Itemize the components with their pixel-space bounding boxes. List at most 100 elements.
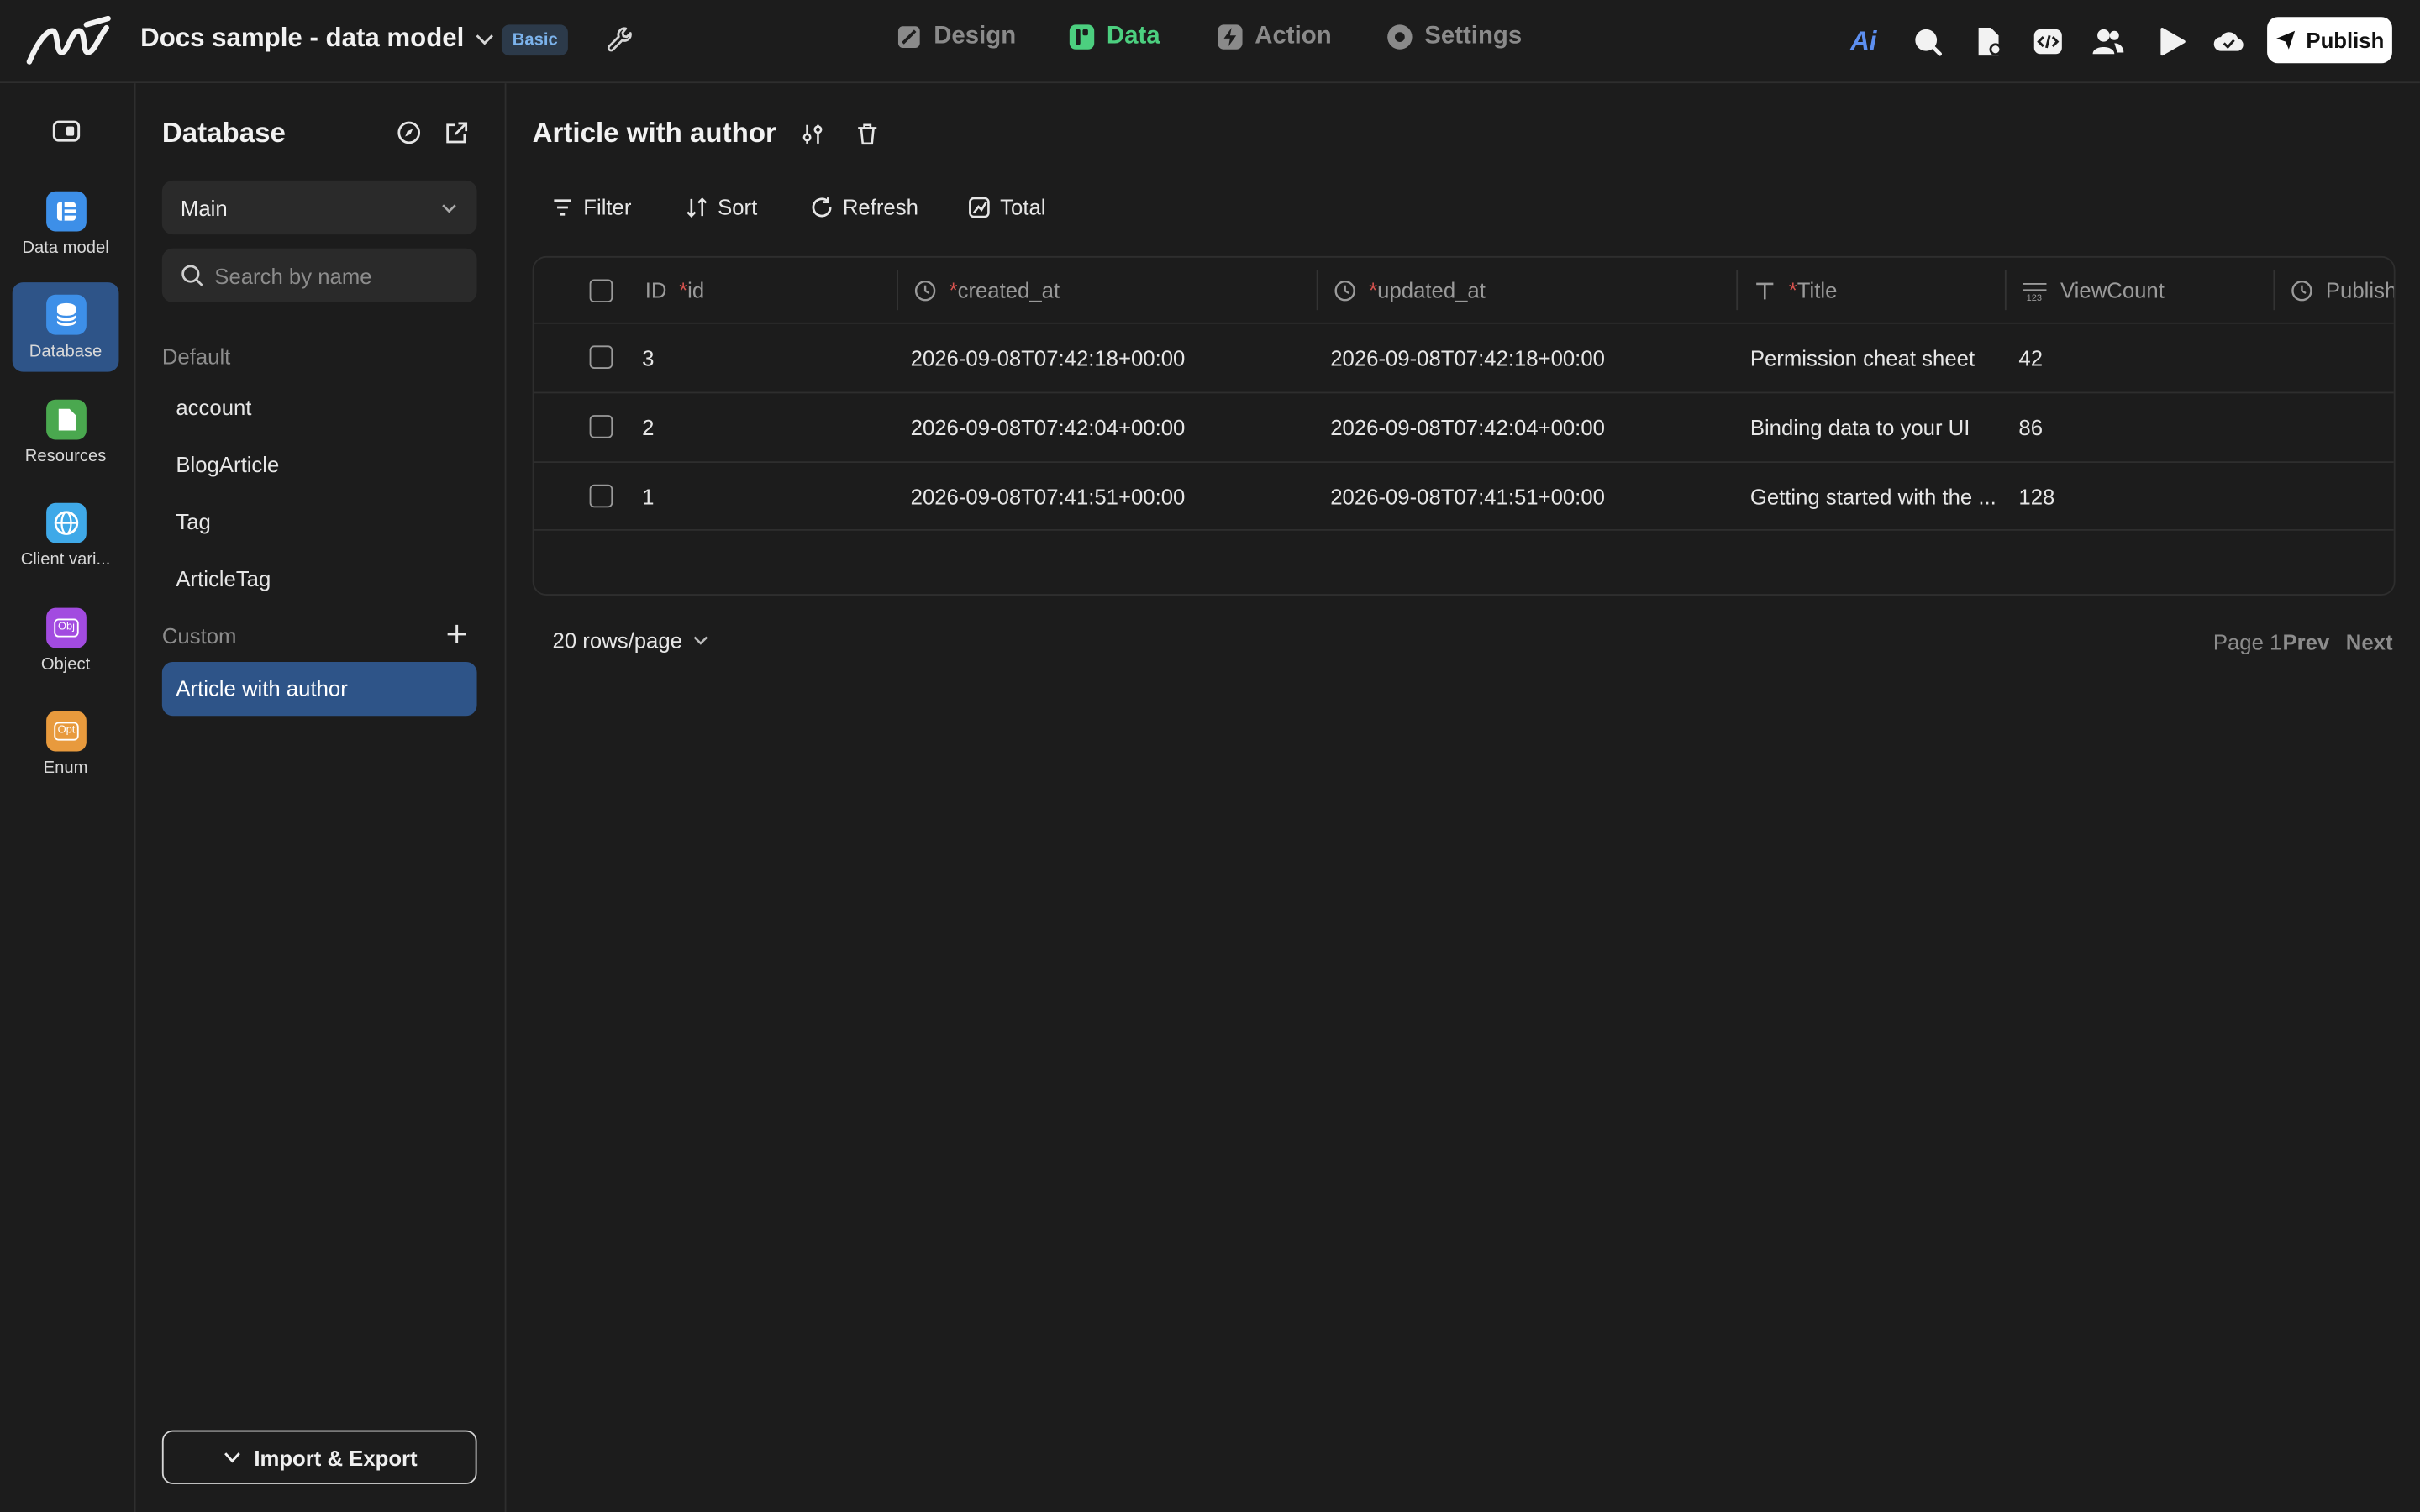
table-item-tag[interactable]: Tag <box>162 496 477 549</box>
refresh-button[interactable]: Refresh <box>810 194 918 219</box>
tab-design[interactable]: Design <box>895 24 1016 51</box>
import-export-button[interactable]: Import & Export <box>161 1430 477 1484</box>
database-icon <box>46 294 87 335</box>
external-link-icon[interactable] <box>445 120 469 144</box>
cell-id[interactable]: 3 <box>642 324 654 392</box>
column-header-publish[interactable]: Publish <box>2291 258 2394 323</box>
cell-title[interactable]: Getting started with the ... <box>1750 463 1997 531</box>
cell-title[interactable]: Permission cheat sheet <box>1750 324 1997 392</box>
column-header-viewcount[interactable]: 123 ViewCount <box>2022 258 2165 323</box>
rail-item-resources[interactable]: Resources <box>13 387 119 477</box>
data-table: ID *id *created_at *updated_at *Title 12… <box>532 255 2396 596</box>
row-checkbox[interactable] <box>589 415 613 438</box>
column-divider[interactable] <box>897 270 898 311</box>
row-checkbox[interactable] <box>589 345 613 369</box>
column-divider[interactable] <box>1316 270 1318 311</box>
cell-title[interactable]: Binding data to your UI <box>1750 393 1997 461</box>
adjust-icon[interactable] <box>801 122 825 146</box>
column-name: Title <box>1797 277 1838 302</box>
cell-viewcount[interactable]: 128 <box>2018 463 2054 531</box>
toggle-panel-icon[interactable] <box>52 120 81 142</box>
column-type-label: ID <box>644 277 667 302</box>
cell-created-at[interactable]: 2026-09-08T07:42:18+00:00 <box>911 324 1186 392</box>
table-empty-area <box>534 528 2394 594</box>
tab-settings[interactable]: Settings <box>1386 24 1522 51</box>
sort-label: Sort <box>718 194 758 219</box>
table-row[interactable]: 3 2026-09-08T07:42:18+00:00 2026-09-08T0… <box>534 322 2394 392</box>
table-row[interactable]: 2 2026-09-08T07:42:04+00:00 2026-09-08T0… <box>534 391 2394 462</box>
search-input[interactable] <box>214 263 462 288</box>
cell-created-at[interactable]: 2026-09-08T07:41:51+00:00 <box>911 463 1186 531</box>
rail-item-data-model[interactable]: Data model <box>13 179 119 269</box>
table-item-articletag[interactable]: ArticleTag <box>162 553 477 606</box>
prev-page-button[interactable]: Prev <box>2282 629 2329 654</box>
sort-icon <box>685 195 708 218</box>
rail-item-enum[interactable]: Opt Enum <box>13 699 119 789</box>
users-icon[interactable] <box>2091 24 2125 58</box>
total-button[interactable]: Total <box>968 194 1046 219</box>
wrench-icon[interactable] <box>605 24 636 55</box>
custom-view-article-with-author[interactable]: Article with author <box>161 661 477 717</box>
table-item-account[interactable]: account <box>162 381 477 435</box>
publish-button[interactable]: Publish <box>2267 17 2392 64</box>
play-icon[interactable] <box>2154 24 2188 58</box>
chevron-down-icon <box>692 631 710 649</box>
number-icon: 123 <box>2022 279 2048 302</box>
code-icon[interactable] <box>2031 24 2065 58</box>
rail-item-database[interactable]: Database <box>12 282 119 372</box>
column-divider[interactable] <box>2004 270 2007 311</box>
column-header-created-at[interactable]: *created_at <box>913 258 1060 323</box>
filter-icon <box>551 195 575 218</box>
column-divider[interactable] <box>2273 270 2275 311</box>
column-header-updated-at[interactable]: *updated_at <box>1334 258 1486 323</box>
app-logo[interactable] <box>24 13 111 68</box>
column-divider[interactable] <box>1736 270 1739 311</box>
search-icon <box>181 264 204 287</box>
trash-icon[interactable] <box>855 122 880 146</box>
table-item-blogarticle[interactable]: BlogArticle <box>162 438 477 492</box>
row-checkbox[interactable] <box>589 484 613 508</box>
svg-text:123: 123 <box>2027 292 2042 302</box>
cell-updated-at[interactable]: 2026-09-08T07:42:04+00:00 <box>1330 393 1605 461</box>
filter-label: Filter <box>583 194 632 219</box>
column-header-id[interactable]: ID *id <box>645 258 704 323</box>
settings-icon <box>1386 24 1413 51</box>
send-icon <box>2275 29 2297 51</box>
next-page-button[interactable]: Next <box>2346 629 2393 654</box>
cell-id[interactable]: 1 <box>642 463 654 531</box>
sort-button[interactable]: Sort <box>685 194 758 219</box>
rail-item-label: Data model <box>22 239 109 258</box>
rail-item-client-variables[interactable]: Client vari... <box>13 491 119 580</box>
rail-item-object[interactable]: Obj Object <box>13 596 119 685</box>
tab-action[interactable]: Action <box>1216 24 1332 51</box>
cell-created-at[interactable]: 2026-09-08T07:42:04+00:00 <box>911 393 1186 461</box>
ai-icon[interactable]: Ai <box>1850 24 1884 58</box>
table-row[interactable]: 1 2026-09-08T07:41:51+00:00 2026-09-08T0… <box>534 461 2394 531</box>
clock-icon <box>913 279 937 302</box>
app-title-dropdown[interactable]: Docs sample - data model <box>140 24 495 55</box>
select-all-checkbox[interactable] <box>589 279 613 302</box>
cell-updated-at[interactable]: 2026-09-08T07:41:51+00:00 <box>1330 463 1605 531</box>
compass-icon[interactable] <box>397 120 421 144</box>
cell-updated-at[interactable]: 2026-09-08T07:42:18+00:00 <box>1330 324 1605 392</box>
rows-per-page-select[interactable]: 20 rows/page <box>553 628 710 653</box>
cell-id[interactable]: 2 <box>642 393 654 461</box>
section-label-custom: Custom <box>161 623 237 648</box>
add-custom-view-icon[interactable] <box>446 623 468 645</box>
cell-viewcount[interactable]: 42 <box>2018 324 2043 392</box>
database-select-value: Main <box>180 195 228 220</box>
cell-viewcount[interactable]: 86 <box>2018 393 2043 461</box>
filter-button[interactable]: Filter <box>551 194 632 219</box>
cloud-icon[interactable] <box>2212 24 2245 58</box>
column-name: ViewCount <box>2060 277 2165 302</box>
text-icon <box>1753 279 1776 302</box>
column-header-title[interactable]: *Title <box>1753 258 1837 323</box>
globe-icon <box>46 502 87 543</box>
rail-item-label: Client vari... <box>20 550 111 570</box>
tab-data[interactable]: Data <box>1068 24 1160 51</box>
database-select[interactable]: Main <box>161 180 477 235</box>
file-settings-icon[interactable] <box>1972 24 2006 58</box>
top-bar: Docs sample - data model Basic Design Da… <box>0 0 2420 84</box>
search-icon[interactable] <box>1911 24 1944 58</box>
design-icon <box>895 24 923 51</box>
